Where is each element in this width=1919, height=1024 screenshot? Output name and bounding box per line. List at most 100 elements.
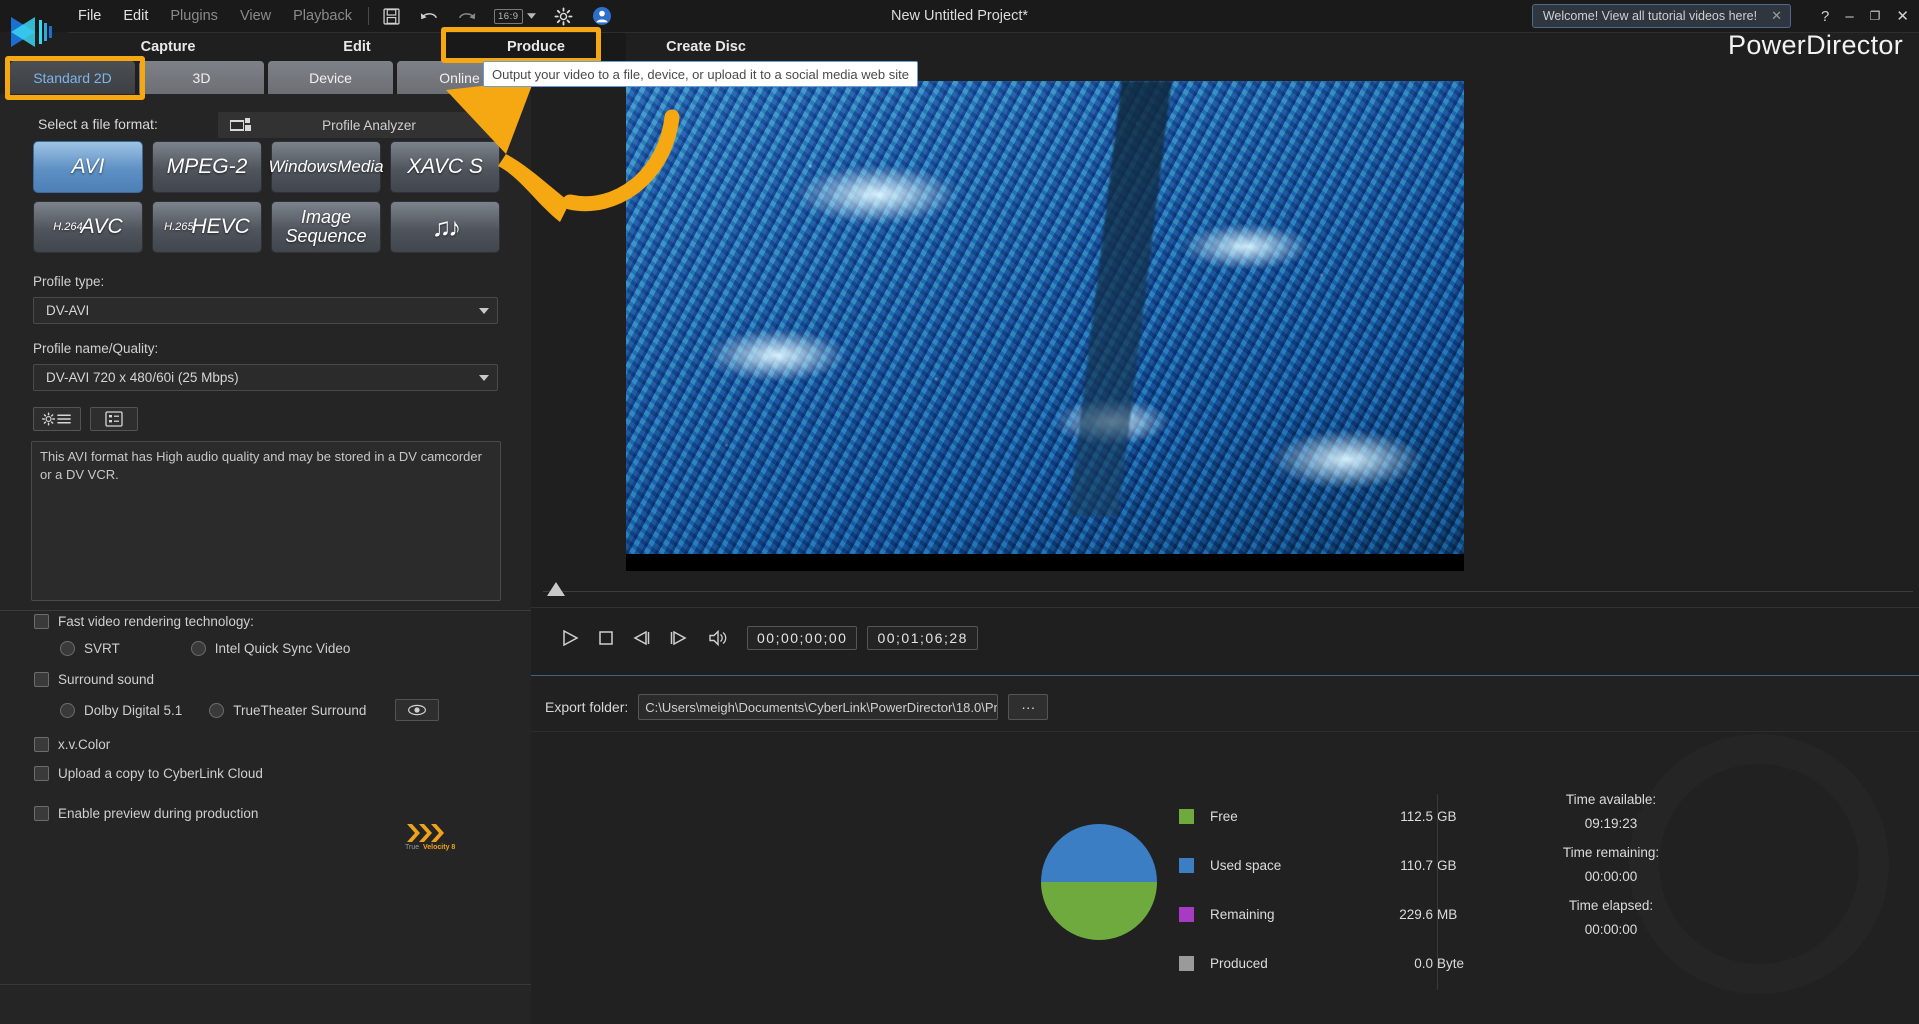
music-note-icon: ♫♪: [431, 211, 461, 242]
tab-3d[interactable]: 3D: [139, 61, 264, 94]
redo-icon[interactable]: [456, 5, 478, 27]
format-button-mpeg2[interactable]: MPEG-2: [152, 141, 262, 193]
profile-quality-value: DV-AVI 720 x 480/60i (25 Mbps): [46, 370, 239, 385]
legend-label-free: Free: [1210, 809, 1238, 824]
minimize-button[interactable]: –: [1845, 9, 1853, 24]
profile-details-button[interactable]: [90, 407, 138, 431]
profile-analyzer-button[interactable]: Profile Analyzer: [218, 112, 508, 138]
next-frame-button[interactable]: [663, 623, 693, 653]
svrt-radio[interactable]: [60, 641, 75, 656]
fast-render-label: Fast video rendering technology:: [58, 614, 254, 629]
intel-qsv-radio[interactable]: [190, 641, 206, 656]
format-button-h264-avc[interactable]: H.264 AVC: [33, 201, 143, 253]
profile-quality-group: Profile name/Quality: DV-AVI 720 x 480/6…: [33, 341, 498, 391]
welcome-banner-text: Welcome! View all tutorial videos here!: [1542, 9, 1758, 23]
video-preview[interactable]: [626, 81, 1464, 571]
close-button[interactable]: ✕: [1896, 9, 1909, 24]
format-button-audio[interactable]: ♫♪: [390, 201, 500, 253]
save-icon[interactable]: [380, 5, 402, 27]
menu-edit[interactable]: Edit: [123, 8, 148, 24]
svg-text:True: True: [405, 844, 419, 851]
format-label: AVI: [71, 155, 105, 178]
chevron-down-icon[interactable]: [527, 5, 537, 27]
time-remaining-value: 00:00:00: [1584, 869, 1638, 884]
time-elapsed-label: Time elapsed:: [1568, 898, 1654, 913]
format-label: AVC: [80, 215, 123, 238]
format-button-xavcs[interactable]: XAVC S: [390, 141, 500, 193]
legend-label-used: Used space: [1210, 858, 1282, 873]
truetheater-preview-button[interactable]: [395, 699, 440, 721]
profile-type-label: Profile type:: [33, 274, 105, 289]
nav-tab-edit[interactable]: Edit: [268, 33, 446, 61]
cloud-upload-checkbox[interactable]: [34, 766, 49, 781]
list-details-icon: [105, 411, 123, 427]
fast-render-checkbox[interactable]: [34, 614, 49, 629]
format-sup-label: H.264: [53, 221, 83, 233]
output-mode-tabs: Standard 2D 3D Device Online: [10, 61, 522, 94]
volume-button[interactable]: [703, 623, 733, 653]
surround-sound-checkbox[interactable]: [34, 672, 49, 687]
xvcolor-checkbox[interactable]: [34, 737, 49, 752]
restore-button[interactable]: ❐: [1870, 10, 1881, 22]
format-button-h265-hevc[interactable]: H.265 HEVC: [152, 201, 262, 253]
play-button[interactable]: [555, 623, 585, 653]
close-icon[interactable]: ✕: [1771, 8, 1782, 24]
profile-type-dropdown[interactable]: DV-AVI: [33, 297, 498, 324]
welcome-banner[interactable]: Welcome! View all tutorial videos here! …: [1531, 4, 1791, 28]
truetheater-label: TrueTheater Surround: [233, 702, 367, 718]
format-button-avi[interactable]: AVI: [33, 141, 143, 193]
format-description: This AVI format has High audio quality a…: [31, 441, 501, 601]
format-label: WindowsMedia: [268, 157, 384, 176]
gear-icon[interactable]: [553, 5, 575, 27]
profile-settings-button[interactable]: [33, 407, 81, 431]
menu-playback[interactable]: Playback: [293, 8, 352, 24]
format-button-image-sequence[interactable]: Image Sequence: [271, 201, 381, 253]
tab-device[interactable]: Device: [268, 61, 393, 94]
video-frame-river: [1068, 81, 1173, 517]
profile-quality-dropdown[interactable]: DV-AVI 720 x 480/60i (25 Mbps): [33, 364, 498, 391]
account-icon[interactable]: [591, 5, 613, 27]
preview-scrubber[interactable]: [543, 578, 1913, 606]
scrubber-handle[interactable]: [547, 582, 565, 596]
window-controls: ? – ❐ ✕: [1821, 0, 1909, 32]
render-options: Fast video rendering technology: SVRT In…: [34, 614, 504, 781]
browse-folder-button[interactable]: ···: [1008, 694, 1049, 720]
export-folder-input[interactable]: C:\Users\meigh\Documents\CyberLink\Power…: [638, 694, 999, 720]
current-timecode[interactable]: 00;00;00;00: [747, 625, 858, 650]
help-button[interactable]: ?: [1821, 9, 1829, 24]
legend-unit-produced: Byte: [1437, 956, 1465, 971]
toolbar-divider: [368, 7, 369, 25]
time-remaining-label: Time remaining:: [1562, 845, 1660, 860]
time-available-value: 09:19:23: [1584, 816, 1638, 831]
menu-view[interactable]: View: [240, 8, 271, 24]
menu-file[interactable]: File: [78, 8, 101, 24]
format-label: Image Sequence: [285, 207, 367, 246]
legend-value-used: 110.7: [1400, 858, 1433, 873]
aspect-ratio-selector[interactable]: 16:9: [494, 8, 523, 24]
truevelocity-badge: True Velocity 8: [405, 820, 467, 852]
menu-bar: File Edit Plugins View Playback: [78, 0, 352, 32]
previous-frame-button[interactable]: [627, 623, 657, 653]
truetheater-radio[interactable]: [209, 702, 225, 718]
tab-standard-2d[interactable]: Standard 2D: [10, 61, 135, 94]
eye-icon: [408, 704, 427, 716]
aspect-ratio-value: 16:9: [498, 10, 519, 22]
dolby-radio[interactable]: [60, 702, 75, 718]
nav-tab-produce[interactable]: Produce: [446, 33, 626, 61]
legend-row-produced: Produced 0.0 Byte: [1179, 951, 1519, 976]
export-folder-row: Export folder: C:\Users\meigh\Documents\…: [545, 693, 1905, 721]
nav-tab-create-disc[interactable]: Create Disc: [626, 33, 786, 61]
undo-icon[interactable]: [418, 5, 440, 27]
format-button-windowsmedia[interactable]: WindowsMedia: [268, 141, 384, 193]
format-label: MPEG-2: [166, 155, 248, 178]
legend-swatch-produced: [1179, 956, 1194, 971]
nav-tab-capture[interactable]: Capture: [68, 33, 268, 61]
legend-swatch-free: [1179, 809, 1194, 824]
profile-analyzer-label: Profile Analyzer: [322, 117, 416, 133]
produce-tooltip: Output your video to a file, device, or …: [483, 61, 918, 87]
gear-list-icon: [42, 412, 71, 426]
stop-button[interactable]: [591, 623, 621, 653]
total-timecode[interactable]: 00;01;06;28: [867, 625, 978, 650]
enable-preview-checkbox[interactable]: [34, 806, 49, 821]
menu-plugins[interactable]: Plugins: [170, 8, 218, 24]
